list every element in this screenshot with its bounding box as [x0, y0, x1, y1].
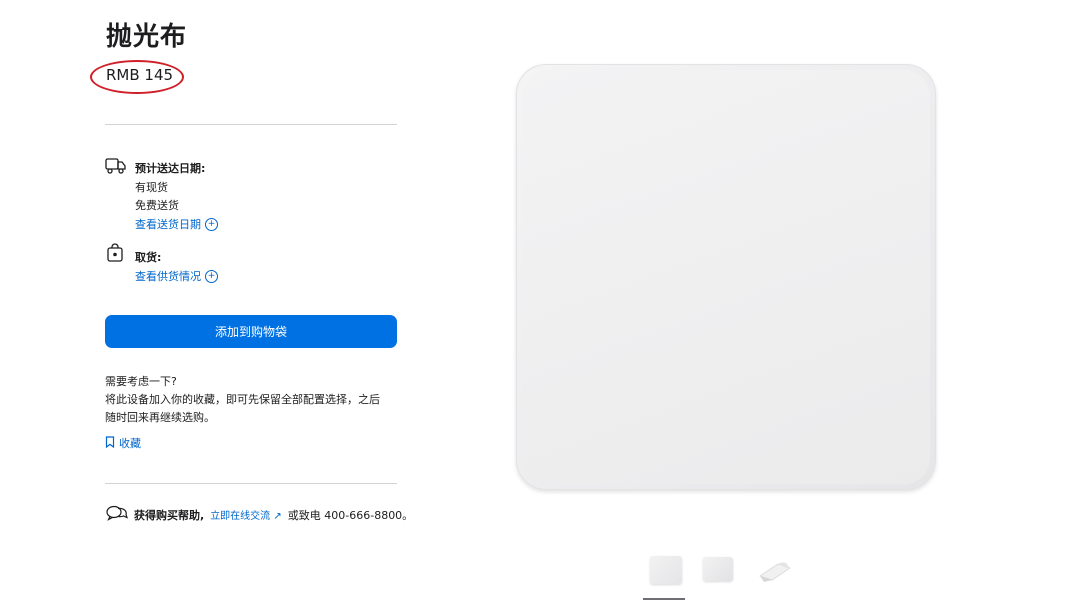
chat-now-link[interactable]: 立即在线交流 ↗	[210, 507, 282, 522]
pickup-label: 取货:	[135, 251, 162, 264]
thumbnail-angle[interactable]	[703, 557, 733, 581]
external-arrow-icon: ↗	[273, 511, 282, 522]
view-availability-link[interactable]: 查看供货情况 +	[135, 268, 218, 284]
plus-circle-icon: +	[205, 269, 218, 283]
chat-icon	[106, 505, 128, 524]
bag-icon	[106, 243, 124, 267]
product-title: 抛光布	[106, 22, 188, 52]
product-image	[516, 64, 936, 490]
view-availability-label: 查看供货情况	[135, 270, 201, 283]
delivery-label: 预计送达日期:	[135, 162, 206, 175]
delivery-line-stock: 有现货	[135, 181, 168, 194]
help-phone-text: 或致电 400-666-8800。	[287, 508, 414, 522]
selected-thumbnail-indicator	[643, 598, 685, 600]
add-to-bag-button[interactable]: 添加到购物袋	[105, 315, 397, 348]
view-delivery-dates-label: 查看送货日期	[135, 218, 201, 231]
truck-icon	[105, 156, 127, 180]
save-description-line1: 将此设备加入你的收藏，即可先保留全部配置选择，之后	[105, 393, 380, 406]
delivery-line-free: 免费送货	[135, 199, 179, 212]
view-delivery-dates-link[interactable]: 查看送货日期 +	[135, 216, 218, 232]
consider-heading: 需要考虑一下?	[105, 375, 177, 388]
divider-bottom	[105, 483, 397, 484]
save-link-label: 收藏	[119, 437, 141, 450]
chat-now-label: 立即在线交流	[210, 511, 271, 522]
price-highlight-circle	[90, 60, 184, 94]
divider-top	[105, 124, 397, 125]
save-description-line2: 随时回来再继续选购。	[105, 411, 215, 424]
bookmark-icon	[105, 435, 115, 451]
purchase-help-row: 获得购买帮助, 立即在线交流 ↗ 或致电 400-666-8800。	[106, 505, 413, 524]
polishing-cloth-surface	[522, 70, 930, 484]
help-label: 获得购买帮助,	[134, 508, 205, 522]
save-to-favorites-link[interactable]: 收藏	[105, 435, 141, 451]
thumbnail-folded[interactable]	[758, 558, 792, 584]
plus-circle-icon: +	[205, 217, 218, 231]
thumbnail-front[interactable]	[650, 556, 682, 584]
